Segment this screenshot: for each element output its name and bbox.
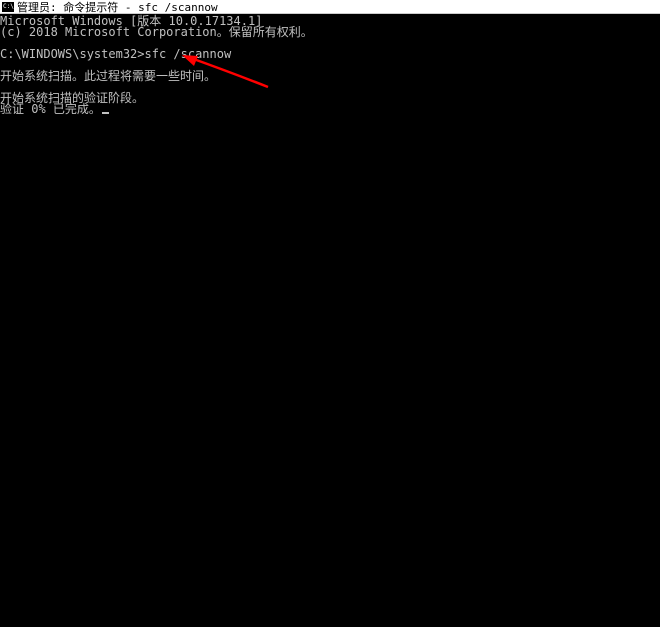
command-text: sfc /scannow [145,47,232,61]
terminal-output[interactable]: Microsoft Windows [版本 10.0.17134.1] (c) … [0,14,660,115]
cursor [102,112,109,114]
copyright-line: (c) 2018 Microsoft Corporation。保留所有权利。 [0,27,660,38]
progress-text: 验证 0% 已完成。 [0,102,101,116]
window-title: 管理员: 命令提示符 - sfc /scannow [17,0,218,15]
window-titlebar: 管理员: 命令提示符 - sfc /scannow [0,0,660,14]
scan-start-line: 开始系统扫描。此过程将需要一些时间。 [0,71,660,82]
command-line: C:\WINDOWS\system32>sfc /scannow [0,49,660,60]
progress-line: 验证 0% 已完成。 [0,104,660,115]
prompt-text: C:\WINDOWS\system32> [0,47,145,61]
cmd-icon [2,2,14,12]
